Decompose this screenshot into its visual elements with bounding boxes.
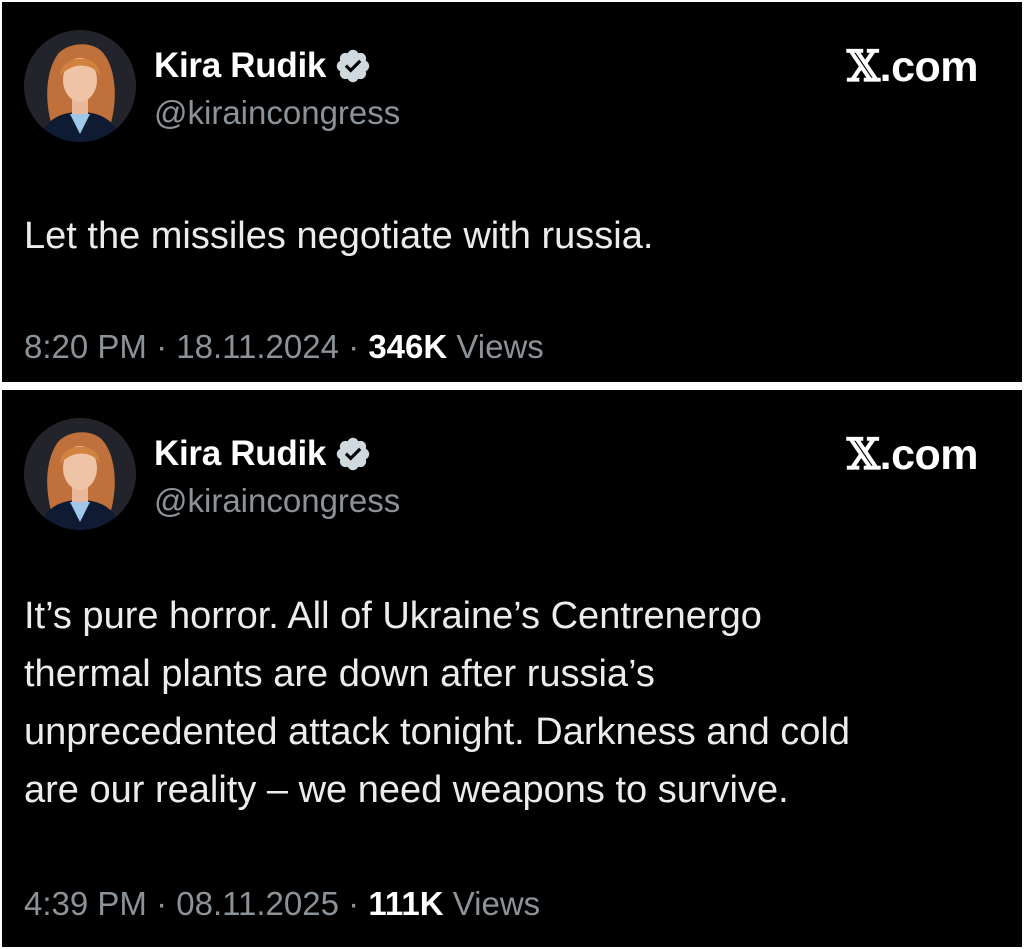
x-com-logo: 𝕏.com [846,42,979,92]
x-logo-icon: 𝕏 [846,42,880,92]
meta-separator: · [156,328,168,365]
brand-tld: .com [879,431,979,479]
meta-separator: · [156,885,168,922]
meta-separator: · [348,328,360,365]
verified-badge-icon [336,437,370,471]
tweet-time[interactable]: 8:20 PM [24,328,147,365]
meta-separator: · [348,885,360,922]
author-name[interactable]: Kira Rudik [154,46,326,86]
author-handle[interactable]: @kiraincongress [154,482,400,520]
author-handle[interactable]: @kiraincongress [154,94,400,132]
tweet-date[interactable]: 18.11.2024 [176,328,339,365]
verified-badge-icon [336,49,370,83]
views-count: 346K [368,328,448,365]
tweet-time[interactable]: 4:39 PM [24,885,147,922]
avatar-photo [24,418,136,530]
views-label: Views [452,885,541,922]
tweet-text: It’s pure horror. All of Ukraine’s Centr… [24,595,850,811]
tweet-date[interactable]: 08.11.2025 [176,885,339,922]
profile-avatar[interactable] [24,418,136,530]
brand-tld: .com [879,43,979,91]
profile-avatar[interactable] [24,30,136,142]
x-com-logo: 𝕏.com [846,430,979,480]
author-row: Kira Rudik [154,46,372,86]
tweet-meta: 8:20 PM · 18.11.2024 · 346K Views [24,328,544,366]
tweet-meta: 4:39 PM · 08.11.2025 · 111K Views [24,885,540,923]
tweet-text: Let the missiles negotiate with russia. [24,215,654,257]
views-count: 111K [368,885,444,922]
avatar-photo [24,30,136,142]
views-label: Views [456,328,544,365]
tweet-card: Kira Rudik @kiraincongress 𝕏.com Let the… [2,2,1022,382]
author-name[interactable]: Kira Rudik [154,434,326,474]
tweet-card: Kira Rudik @kiraincongress 𝕏.com It’s pu… [2,390,1022,947]
x-logo-icon: 𝕏 [846,430,880,480]
author-row: Kira Rudik [154,434,372,474]
